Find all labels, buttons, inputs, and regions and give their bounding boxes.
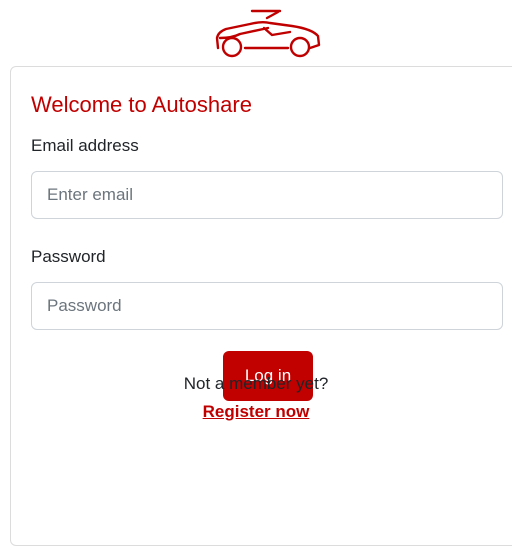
register-prompt: Not a member yet? [183,374,329,393]
login-card: Welcome to Autoshare Email address Passw… [10,66,512,546]
register-link[interactable]: Register now [0,400,512,424]
password-label: Password [31,247,106,266]
email-label: Email address [31,136,139,155]
convertible-car-icon [215,9,321,58]
email-input[interactable] [31,171,503,219]
password-input[interactable] [31,282,503,330]
card-title: Welcome to Autoshare [31,92,252,117]
